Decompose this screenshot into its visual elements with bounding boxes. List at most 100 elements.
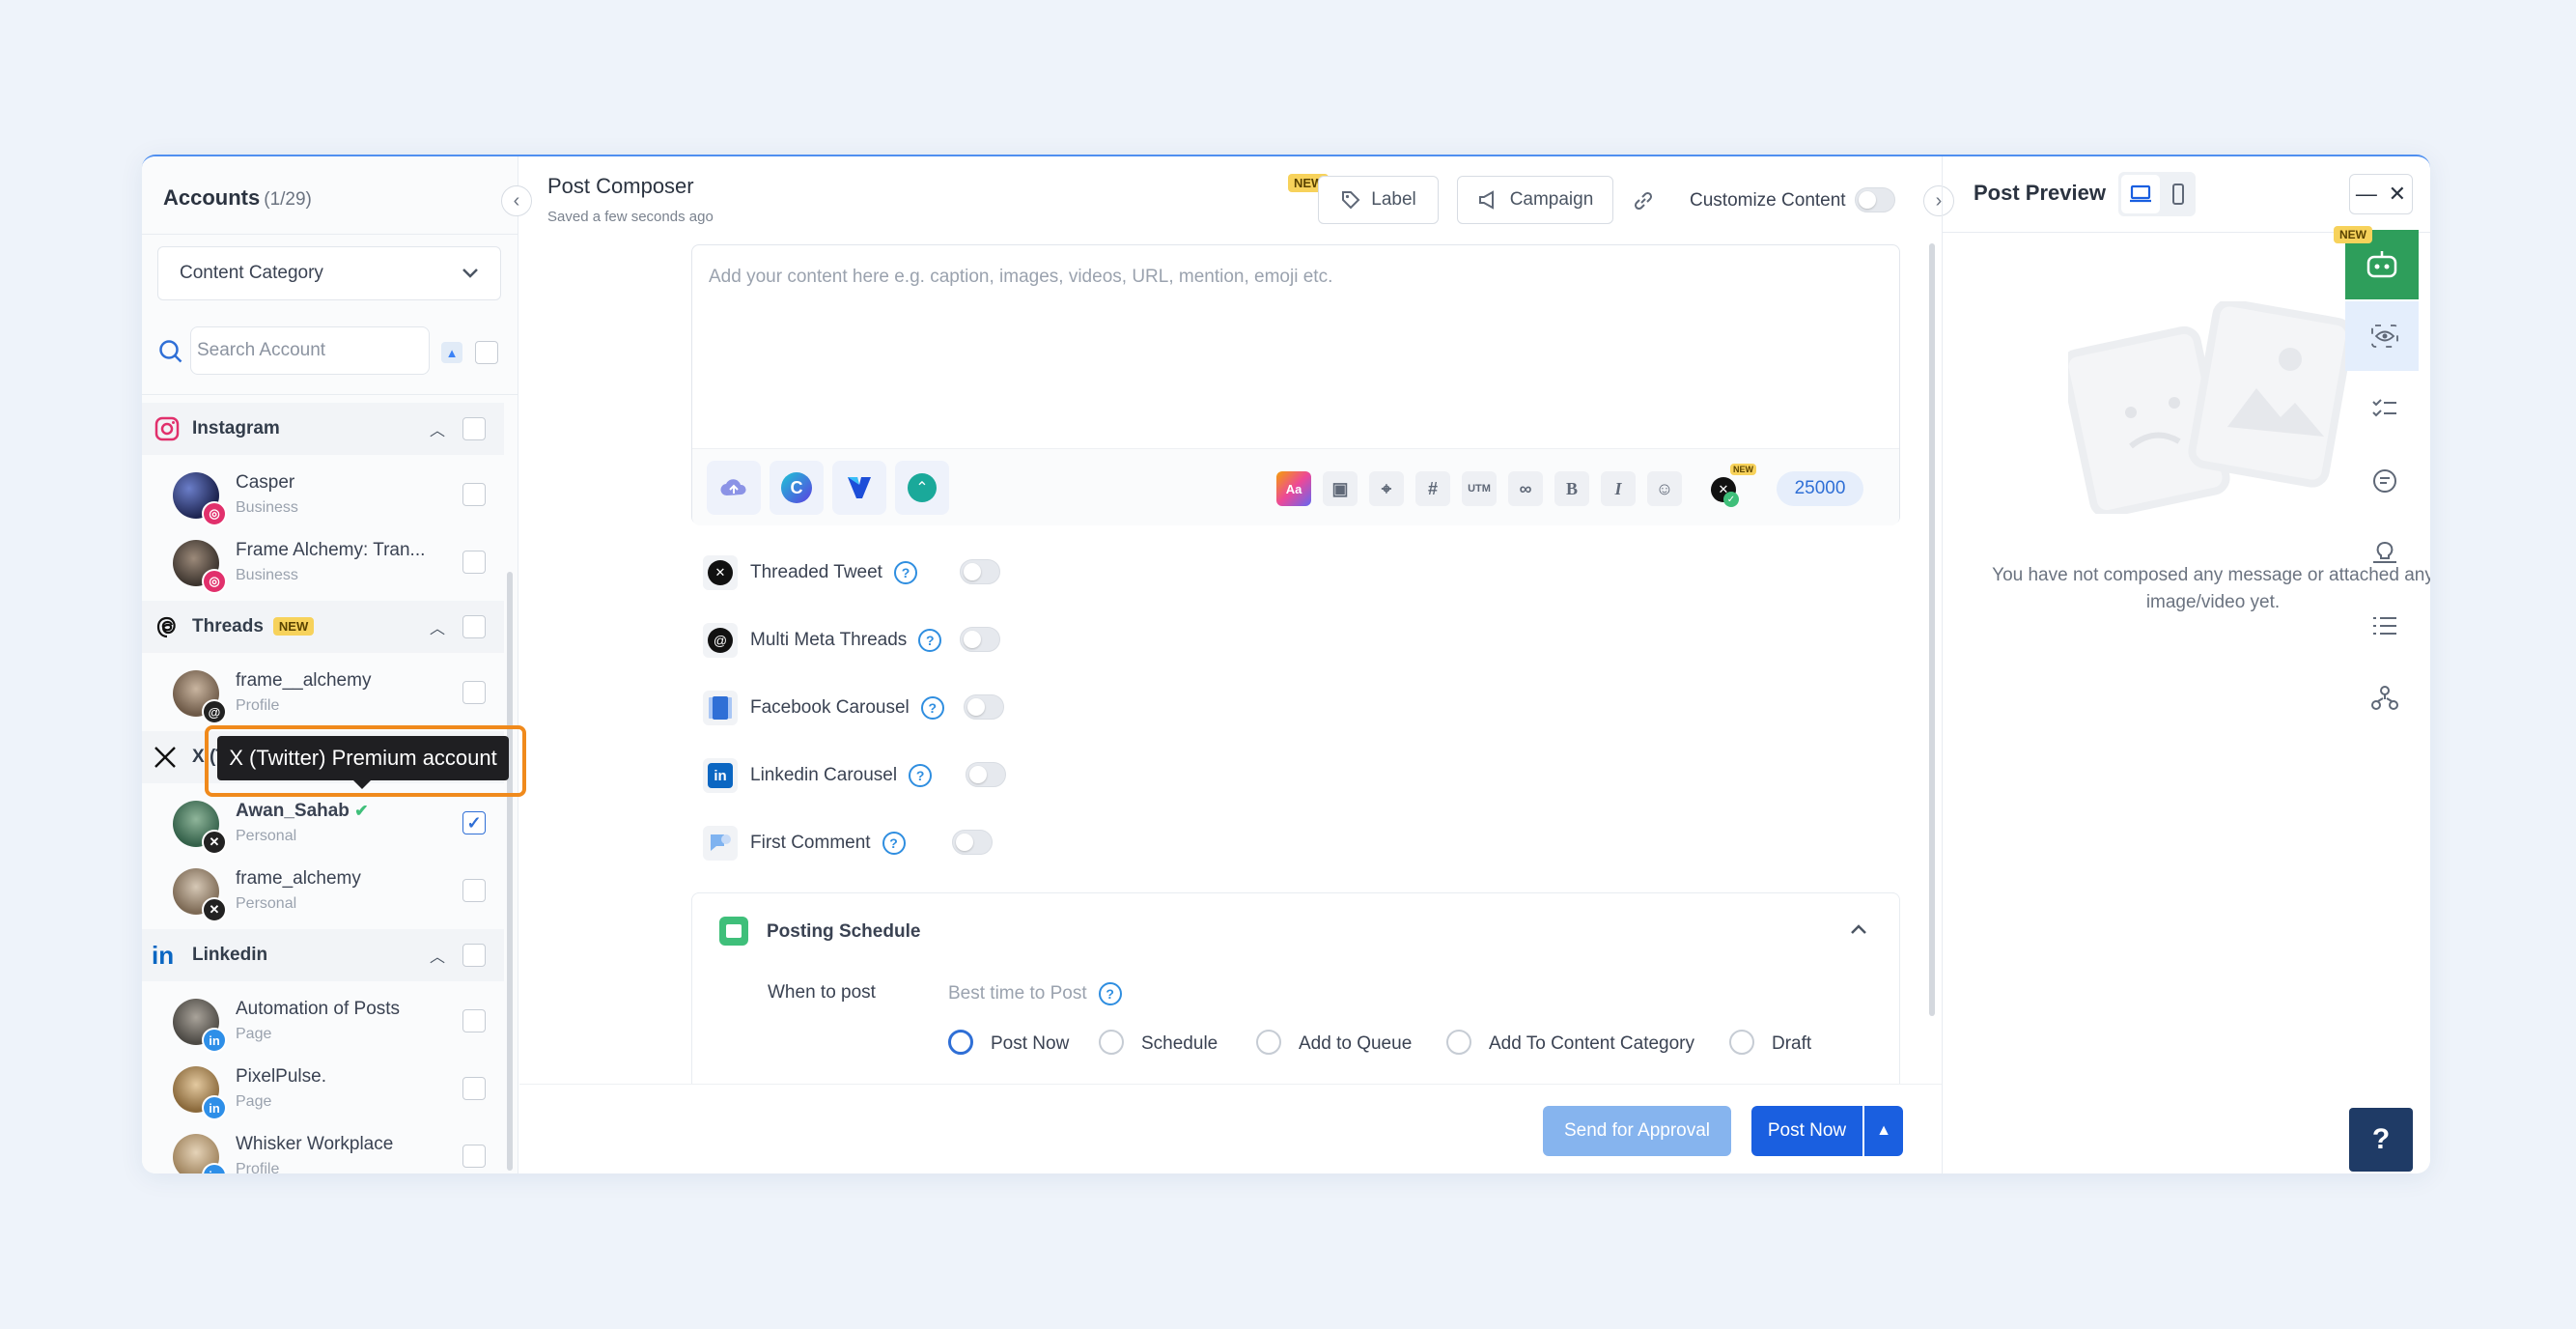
group-checkbox[interactable] <box>462 615 486 638</box>
account-row[interactable]: in PixelPulse. Page <box>142 1055 504 1122</box>
account-row[interactable]: ✕ frame_alchemy Personal <box>142 857 504 924</box>
help-icon[interactable]: ? <box>920 696 944 720</box>
emoji-icon[interactable]: ☺ <box>1647 471 1682 506</box>
chevron-up-icon[interactable]: ︿ <box>430 615 445 638</box>
help-icon[interactable]: ? <box>882 832 906 855</box>
group-threads[interactable]: Threads NEW ︿ <box>142 601 504 653</box>
account-row[interactable]: in Whisker Workplace Profile <box>142 1122 504 1173</box>
search-account-input[interactable] <box>190 326 430 375</box>
account-checkbox[interactable] <box>462 551 486 574</box>
post-composer: Post Composer Saved a few seconds ago NE… <box>519 156 1954 1173</box>
account-name: frame_alchemy <box>236 868 361 889</box>
add-to-content-category-radio[interactable] <box>1446 1030 1471 1055</box>
group-instagram[interactable]: Instagram ︿ <box>142 403 504 455</box>
linkedin-icon: in <box>152 941 175 970</box>
account-name: Casper <box>236 472 295 493</box>
help-icon[interactable]: ? <box>893 561 917 584</box>
vistacreate-button[interactable] <box>832 461 886 515</box>
ai-assist-icon: ⌃ <box>908 473 937 502</box>
account-checkbox[interactable] <box>462 1145 486 1168</box>
lightbulb-icon[interactable] <box>2363 531 2407 576</box>
link-icon[interactable] <box>1630 187 1657 214</box>
help-button[interactable]: ? <box>2349 1108 2413 1172</box>
checklist-icon[interactable] <box>2363 386 2407 431</box>
schedule-radio[interactable] <box>1099 1030 1124 1055</box>
collapse-accounts-button[interactable]: ‹ <box>501 185 532 216</box>
draft-radio[interactable] <box>1729 1030 1754 1055</box>
help-icon[interactable]: ? <box>918 629 942 652</box>
post-now-radio[interactable] <box>948 1030 973 1055</box>
chevron-up-icon[interactable]: ︿ <box>430 944 445 967</box>
character-count: 25000 <box>1777 471 1863 506</box>
account-name: Awan_Sahab ✔ <box>236 801 369 821</box>
account-checkbox[interactable] <box>462 483 486 506</box>
help-icon[interactable]: ? <box>909 764 933 787</box>
linkedin-carousel-toggle[interactable] <box>966 762 1006 787</box>
best-time-label[interactable]: Best time to Post? <box>948 982 1122 1005</box>
list-icon[interactable] <box>2363 604 2407 648</box>
close-icon[interactable]: ✕ <box>2389 182 2406 207</box>
radio-label: Draft <box>1772 1033 1812 1054</box>
chevron-up-icon[interactable] <box>1849 922 1868 936</box>
label-button[interactable]: Label <box>1318 176 1439 224</box>
text-style-icon[interactable]: Aa <box>1276 471 1311 506</box>
post-now-button[interactable]: Post Now <box>1751 1106 1862 1156</box>
content-category-select[interactable]: Content Category <box>157 246 501 300</box>
minimize-icon[interactable]: — <box>2356 182 2377 207</box>
upload-media-button[interactable] <box>707 461 761 515</box>
location-pin-icon[interactable]: ⌖ <box>1369 471 1404 506</box>
first-comment-toggle[interactable] <box>952 830 993 855</box>
account-row[interactable]: ✕ Awan_Sahab ✔ Personal ✓ <box>142 789 504 857</box>
desktop-icon[interactable] <box>2121 175 2160 213</box>
comments-icon[interactable] <box>2363 459 2407 503</box>
option-label: First Comment? <box>750 832 906 855</box>
bold-icon[interactable]: B <box>1554 471 1589 506</box>
group-linkedin[interactable]: in Linkedin ︿ <box>142 929 504 981</box>
option-label: Facebook Carousel? <box>750 696 944 720</box>
select-all-checkbox[interactable] <box>475 341 498 364</box>
account-checkbox[interactable] <box>462 1009 486 1032</box>
account-row[interactable]: @ frame__alchemy Profile <box>142 659 504 726</box>
italic-icon[interactable]: I <box>1601 471 1636 506</box>
account-checkbox[interactable] <box>462 681 486 704</box>
account-row[interactable]: in Automation of Posts Page <box>142 987 504 1055</box>
new-badge: NEW <box>1730 464 1756 475</box>
option-linkedin-carousel: in Linkedin Carousel? <box>691 750 1078 799</box>
save-draft-icon[interactable]: ▣ <box>1323 471 1358 506</box>
composer-scrollbar[interactable] <box>1929 243 1935 1016</box>
facebook-carousel-toggle[interactable] <box>964 694 1004 720</box>
utm-icon[interactable]: UTM <box>1462 471 1497 506</box>
team-icon[interactable] <box>2363 676 2407 721</box>
help-icon[interactable]: ? <box>1098 982 1122 1005</box>
collapse-all-button[interactable]: ▲ <box>441 342 462 363</box>
shortener-icon[interactable]: ∞ <box>1508 471 1543 506</box>
new-badge: NEW <box>272 617 315 636</box>
customize-content-toggle[interactable] <box>1855 187 1895 212</box>
ai-assist-button[interactable]: ⌃ <box>895 461 949 515</box>
account-checkbox[interactable] <box>462 1077 486 1100</box>
post-options-chevron-icon[interactable]: ▲ <box>1864 1106 1903 1156</box>
account-row[interactable]: ◎ Casper Business <box>142 461 504 528</box>
eye-icon[interactable] <box>2363 314 2407 358</box>
option-first-comment: First Comment? <box>691 818 1078 866</box>
campaign-button[interactable]: Campaign <box>1457 176 1613 224</box>
account-checkbox[interactable] <box>462 879 486 902</box>
group-checkbox[interactable] <box>462 417 486 440</box>
calendar-icon <box>719 917 748 946</box>
add-to-queue-radio[interactable] <box>1256 1030 1281 1055</box>
group-checkbox[interactable] <box>462 944 486 967</box>
option-label: Threaded Tweet? <box>750 561 917 584</box>
canva-button[interactable]: C <box>770 461 824 515</box>
content-editor[interactable]: Add your content here e.g. caption, imag… <box>691 244 1900 525</box>
threaded-tweet-toggle[interactable] <box>960 559 1000 584</box>
composer-window: Accounts(1/29) Content Category ▲ Instag… <box>142 155 2430 1173</box>
hashtag-icon[interactable]: # <box>1415 471 1450 506</box>
account-row[interactable]: ◎ Frame Alchemy: Tran... Business <box>142 528 504 596</box>
send-for-approval-button[interactable]: Send for Approval <box>1543 1106 1731 1156</box>
account-checkbox[interactable]: ✓ <box>462 811 486 834</box>
chevron-up-icon[interactable]: ︿ <box>430 417 445 440</box>
mobile-icon[interactable] <box>2161 175 2196 213</box>
accounts-scrollbar[interactable] <box>507 572 513 1171</box>
multi-meta-threads-toggle[interactable] <box>960 627 1000 652</box>
account-type: Page <box>236 1026 272 1042</box>
